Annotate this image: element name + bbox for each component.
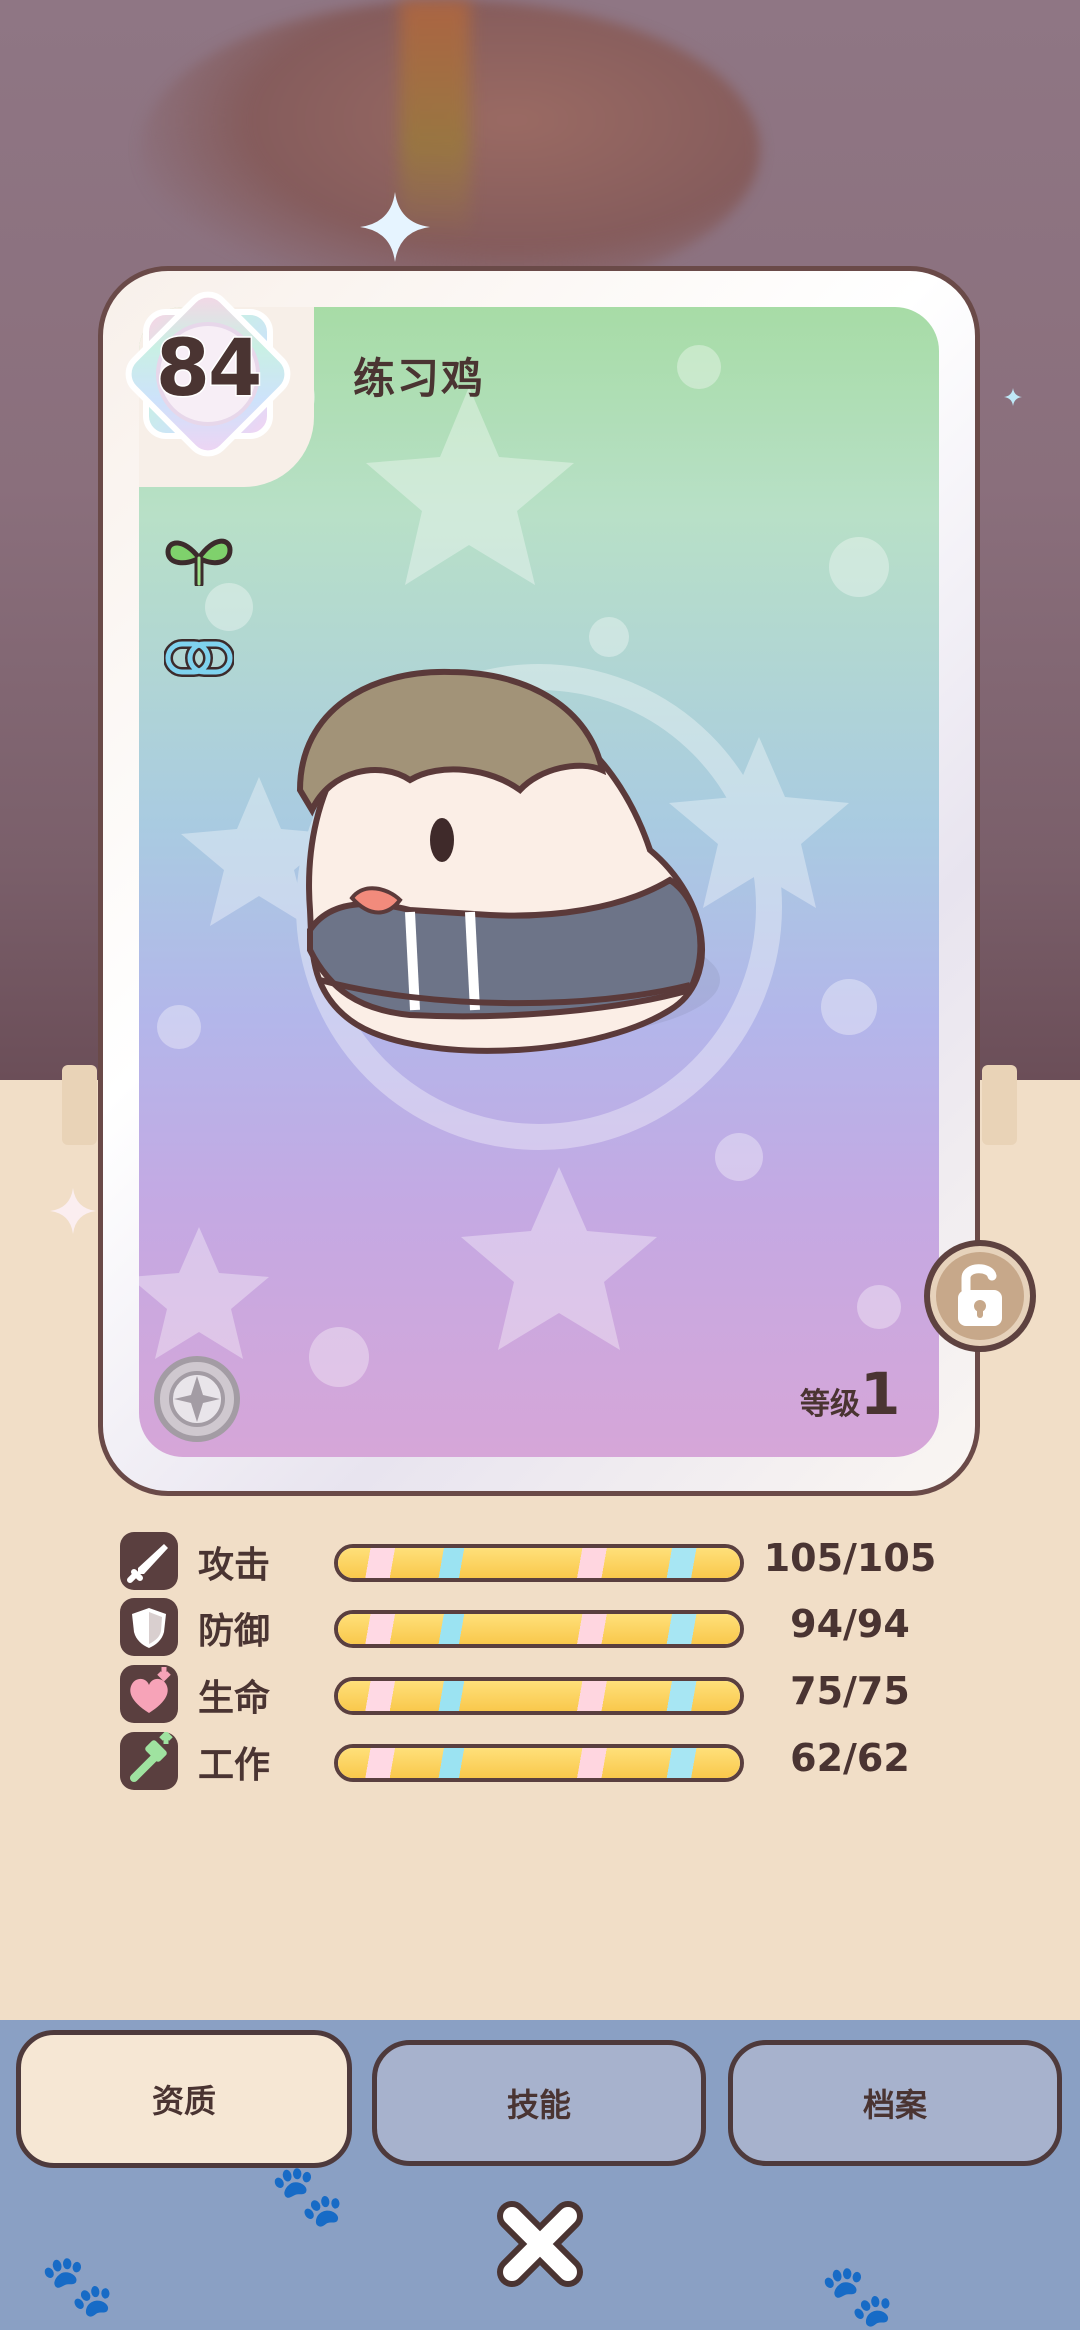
stat-label: 生命	[198, 1678, 271, 1719]
character-name: 练习鸡	[353, 354, 486, 403]
stat-bar	[334, 1610, 744, 1648]
tab-aptitude[interactable]: 资质	[16, 2030, 352, 2168]
score-value: 84	[154, 323, 264, 416]
sparkle-icon	[360, 192, 430, 262]
stat-bar-fill	[338, 1681, 740, 1711]
stat-bar-fill	[338, 1614, 740, 1644]
shield-icon	[120, 1598, 178, 1656]
level-label: 等级	[800, 1387, 860, 1422]
stat-row-life: 生命 75/75	[120, 1665, 950, 1725]
character-portrait	[296, 668, 720, 1054]
hammer-icon	[120, 1730, 178, 1790]
stat-bar	[334, 1677, 744, 1715]
stat-row-defense: 防御 94/94	[120, 1598, 950, 1658]
stat-bar-fill	[338, 1548, 740, 1578]
level-value: 1	[860, 1360, 901, 1428]
stat-bar	[334, 1544, 744, 1582]
sparkle-icon	[50, 1188, 96, 1234]
background-post-right	[982, 1065, 1017, 1145]
heart-icon	[120, 1665, 178, 1723]
sparkle-icon	[1004, 388, 1022, 406]
stat-bar	[334, 1744, 744, 1782]
stat-value: 62/62	[790, 1736, 910, 1780]
unlock-icon	[958, 1264, 1002, 1326]
compass-icon[interactable]	[154, 1356, 240, 1442]
stat-value: 94/94	[790, 1602, 910, 1646]
stat-label: 攻击	[198, 1545, 271, 1586]
background-post-left	[62, 1065, 97, 1145]
paw-print-icon: 🐾	[270, 2161, 345, 2231]
tab-skills[interactable]: 技能	[372, 2040, 706, 2166]
stat-value: 75/75	[790, 1669, 910, 1713]
paw-print-icon: 🐾	[820, 2261, 895, 2330]
stat-label: 工作	[198, 1745, 271, 1786]
sprout-icon	[165, 538, 233, 586]
tab-profile[interactable]: 档案	[728, 2040, 1062, 2166]
sword-icon	[120, 1532, 178, 1590]
stat-label: 防御	[198, 1611, 271, 1652]
lock-button[interactable]	[924, 1240, 1036, 1352]
link-icon	[164, 639, 234, 677]
stat-bar-fill	[338, 1748, 740, 1778]
level-indicator: 等级1	[800, 1360, 900, 1428]
stat-row-attack: 攻击 105/105	[120, 1532, 950, 1592]
close-icon[interactable]	[492, 2196, 588, 2292]
stat-row-work: 工作 62/62	[120, 1730, 950, 1792]
paw-print-icon: 🐾	[40, 2251, 115, 2321]
stat-value: 105/105	[763, 1536, 937, 1580]
